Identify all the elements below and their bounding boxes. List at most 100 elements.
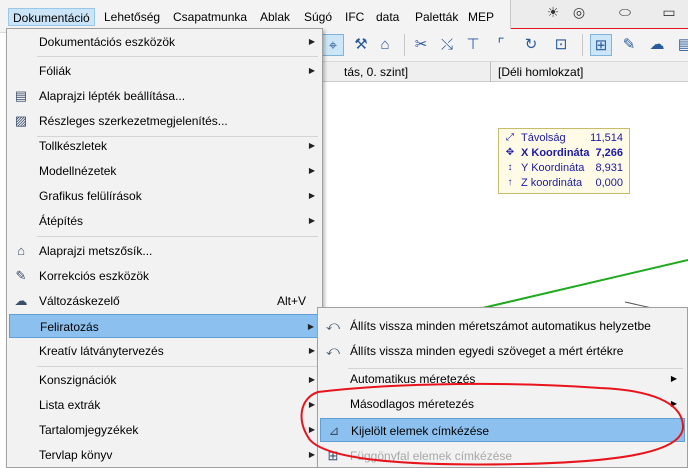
dokumentacio-dropdown: Dokumentációs eszközök ▶ Fóliák ▶ ▤ Alap… <box>6 28 323 468</box>
menu-ifc[interactable]: IFC <box>341 8 368 26</box>
ellipse-icon[interactable]: ⬭ <box>615 4 635 20</box>
tracker-value: 8,931 <box>595 162 623 174</box>
menu-item-label: Alaprajzi lépték beállítása... <box>39 89 186 103</box>
menu-data[interactable]: data <box>372 8 403 26</box>
submenu-item-reset-dimension-positions[interactable]: ⤺ Állíts vissza minden méretszámot autom… <box>320 314 685 338</box>
submenu-item-label: Állíts vissza minden méretszámot automat… <box>350 319 651 333</box>
submenu-arrow-icon: ▶ <box>307 322 314 331</box>
menu-item-partial-structure[interactable]: ▨ Részleges szerkezetmegjelenítés... <box>9 109 320 133</box>
menu-item-label: Lista extrák <box>39 398 101 412</box>
menu-item-creative-visualization[interactable]: Kreatív látványtervezés ▶ <box>9 339 320 363</box>
tracker-row-y: ↕ Y Koordináta 8,931 <box>499 161 631 175</box>
menu-item-label: Kreatív látványtervezés <box>39 344 164 358</box>
label-element-icon: ⊿ <box>328 423 340 438</box>
submenu-arrow-icon: ▶ <box>308 425 315 434</box>
submenu-item-label: Kijelölt elemek címkézése <box>351 424 490 438</box>
stack-icon[interactable]: ⌂ <box>374 34 396 56</box>
tab-floor-plan[interactable]: tás, 0. szint] <box>344 64 408 80</box>
submenu-item-reset-custom-text[interactable]: ⤺ Állíts vissza minden egyedi szöveget a… <box>320 339 685 363</box>
submenu-arrow-icon: ▶ <box>308 166 315 175</box>
tab-south-elevation[interactable]: [Déli homlokzat] <box>498 64 583 80</box>
eye-icon[interactable]: ◎ <box>569 4 589 20</box>
corner-icon[interactable]: ⌜ <box>490 34 512 56</box>
elevation-icon[interactable]: ⚒ <box>350 34 372 56</box>
tracker-value: 7,266 <box>595 147 623 159</box>
menu-item-documentation-tools[interactable]: Dokumentációs eszközök ▶ <box>9 30 320 54</box>
submenu-item-automatic-dimensioning[interactable]: Automatikus méretezés ▶ <box>320 367 685 391</box>
submenu-arrow-icon: ▶ <box>308 375 315 384</box>
resize-icon[interactable]: ⊡ <box>550 34 572 56</box>
menu-item-table-of-contents[interactable]: Tartalomjegyzékek ▶ <box>9 418 320 442</box>
menu-item-change-manager[interactable]: ☁ Változáskezelő Alt+V <box>9 289 320 313</box>
tracker-row-distance: ⤢ Távolság 11,514 <box>499 131 631 145</box>
feliratozas-submenu: ⤺ Állíts vissza minden méretszámot autom… <box>317 307 688 468</box>
menu-sugo[interactable]: Súgó <box>300 8 336 26</box>
fit-icon[interactable]: ⌖ <box>322 34 344 56</box>
tracker-label: X Koordináta <box>521 147 590 159</box>
tracker-value: 0,000 <box>595 177 623 189</box>
frame-icon[interactable]: ▭ <box>659 4 679 20</box>
menu-item-correction-tools[interactable]: ✎ Korrekciós eszközök <box>9 264 320 288</box>
submenu-arrow-icon: ▶ <box>308 346 315 355</box>
menu-dokumentacio[interactable]: Dokumentáció <box>8 8 95 26</box>
sun-study-icon[interactable]: ☀ <box>543 4 563 20</box>
menu-item-schedules[interactable]: Konszignációk ▶ <box>9 368 320 392</box>
menu-item-label: Változáskezelő <box>39 294 120 308</box>
distance-icon: ⤢ <box>506 132 514 143</box>
submenu-item-label: Automatikus méretezés <box>350 372 476 386</box>
submenu-arrow-icon: ▶ <box>308 37 315 46</box>
menu-palettak[interactable]: Paletták <box>411 8 462 26</box>
menu-item-graphic-overrides[interactable]: Grafikus felülírások ▶ <box>9 184 320 208</box>
menu-item-layers[interactable]: Fóliák ▶ <box>9 59 320 83</box>
menu-item-label: Dokumentációs eszközök <box>39 35 176 49</box>
menu-item-label: Tollkészletek <box>39 139 108 153</box>
menu-mep[interactable]: MEP <box>464 8 498 26</box>
menu-item-label: Modellnézetek <box>39 164 117 178</box>
tracker-label: Z koordináta <box>521 177 583 189</box>
rotate-icon[interactable]: ↻ <box>520 34 542 56</box>
change-cloud-icon: ☁ <box>14 293 28 308</box>
submenu-item-curtain-wall-labels: ⊞ Függönyfal elemek címkézése <box>320 444 685 468</box>
menu-item-pen-sets[interactable]: Tollkészletek ▶ <box>9 134 320 158</box>
submenu-arrow-icon: ▶ <box>308 141 315 150</box>
menu-item-label: Tervlap könyv <box>39 448 113 462</box>
menu-item-list-extras[interactable]: Lista extrák ▶ <box>9 393 320 417</box>
main-toolbar: ⌖ ⚒ ⌂ ✂ ⤯ ⊤ ⌜ ↻ ⊡ ⊞ ✎ ☁ ▤ <box>320 29 688 62</box>
menu-item-label: Konszignációk <box>39 373 117 387</box>
menu-item-cut-plane[interactable]: ⌂ Alaprajzi metszősík... <box>9 239 320 263</box>
menu-item-layout-book[interactable]: Tervlap könyv ▶ <box>9 443 320 467</box>
menu-item-model-views[interactable]: Modellnézetek ▶ <box>9 159 320 183</box>
submenu-arrow-icon: ▶ <box>670 374 677 383</box>
submenu-arrow-icon: ▶ <box>308 216 315 225</box>
menu-item-annotation[interactable]: Feliratozás ▶ <box>9 314 320 338</box>
submenu-arrow-icon: ▶ <box>308 400 315 409</box>
view-tab-bar: tás, 0. szint] [Déli homlokzat] <box>320 62 688 82</box>
submenu-arrow-icon: ▶ <box>670 399 677 408</box>
menu-lehetoseg[interactable]: Lehetőség <box>100 8 164 26</box>
scissors-icon[interactable]: ✂ <box>410 34 432 56</box>
group-select-icon[interactable]: ⊞ <box>590 34 612 56</box>
menu-item-label: Részleges szerkezetmegjelenítés... <box>39 114 228 128</box>
menu-item-label: Tartalomjegyzékek <box>39 423 139 437</box>
align-top-icon[interactable]: ⊤ <box>462 34 484 56</box>
menu-ablak[interactable]: Ablak <box>256 8 294 26</box>
submenu-item-secondary-dimensioning[interactable]: Másodlagos méretezés ▶ <box>320 392 685 416</box>
hatch-icon: ▨ <box>14 113 28 128</box>
y-coordinate-icon: ↕ <box>507 162 513 173</box>
submenu-item-label: Állíts vissza minden egyedi szöveget a m… <box>350 344 624 358</box>
layer-icon[interactable]: ▤ <box>674 34 688 56</box>
coordinate-tracker: ⤢ Távolság 11,514 ✥ X Koordináta 7,266 ↕… <box>498 128 630 194</box>
submenu-item-label: Függönyfal elemek címkézése <box>350 449 513 463</box>
magic-wand-icon[interactable]: ⤯ <box>436 34 458 56</box>
scale-icon: ▤ <box>14 88 28 103</box>
menu-csapatmunka[interactable]: Csapatmunka <box>169 8 251 26</box>
pen-icon[interactable]: ✎ <box>618 34 640 56</box>
menu-item-label: Korrekciós eszközök <box>39 269 150 283</box>
submenu-item-label-selected-elements[interactable]: ⊿ Kijelölt elemek címkézése <box>320 418 685 442</box>
menu-item-renovation[interactable]: Átépítés ▶ <box>9 209 320 233</box>
menu-item-label: Átépítés <box>39 214 84 228</box>
cloud-icon[interactable]: ☁ <box>646 34 668 56</box>
menu-item-floor-plan-scale[interactable]: ▤ Alaprajzi lépték beállítása... <box>9 84 320 108</box>
menu-item-label: Grafikus felülírások <box>39 189 142 203</box>
tracker-row-x: ✥ X Koordináta 7,266 <box>499 146 631 160</box>
